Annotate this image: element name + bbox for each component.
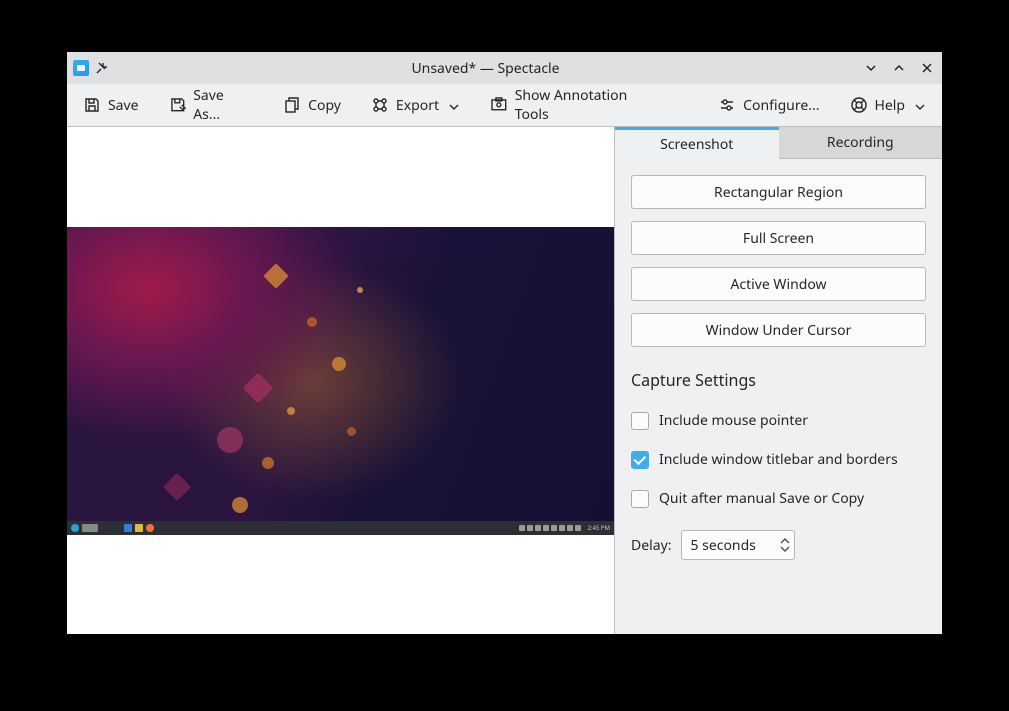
- copy-icon: [283, 96, 301, 114]
- tab-recording[interactable]: Recording: [779, 127, 943, 159]
- preview-clock: 2:45 PM: [584, 525, 610, 531]
- include-pointer-checkbox[interactable]: Include mouse pointer: [631, 407, 926, 434]
- save-as-icon: [169, 96, 187, 114]
- include-titlebar-label: Include window titlebar and borders: [659, 450, 898, 469]
- screenshot-preview: 2:45 PM: [67, 127, 614, 634]
- delay-label: Delay:: [631, 536, 671, 555]
- preview-image: 2:45 PM: [67, 227, 614, 535]
- titlebar: Unsaved* — Spectacle: [67, 52, 942, 84]
- delay-spinbox[interactable]: 5 seconds: [681, 530, 794, 560]
- help-button[interactable]: Help: [848, 92, 929, 119]
- panel-body: Rectangular Region Full Screen Active Wi…: [615, 159, 942, 576]
- active-window-button[interactable]: Active Window: [631, 267, 926, 301]
- quit-after-label: Quit after manual Save or Copy: [659, 489, 864, 508]
- chevron-down-icon: [448, 99, 460, 111]
- export-button[interactable]: Export: [369, 92, 462, 119]
- include-pointer-label: Include mouse pointer: [659, 411, 808, 430]
- copy-button[interactable]: Copy: [281, 92, 343, 119]
- close-button[interactable]: [918, 59, 936, 77]
- checkbox-icon: [631, 412, 649, 430]
- tab-screenshot-label: Screenshot: [660, 135, 733, 154]
- app-icon: [73, 60, 89, 76]
- quit-after-checkbox[interactable]: Quit after manual Save or Copy: [631, 485, 926, 512]
- toolbar: Save Save As... Copy Export: [67, 84, 942, 127]
- rect-label: Rectangular Region: [714, 183, 843, 202]
- export-icon: [371, 96, 389, 114]
- delay-row: Delay: 5 seconds: [631, 530, 926, 560]
- tabs: Screenshot Recording: [615, 127, 942, 159]
- minimize-button[interactable]: [862, 59, 880, 77]
- save-label: Save: [108, 96, 139, 115]
- pin-icon[interactable]: [95, 61, 109, 75]
- preview-taskbar: 2:45 PM: [67, 521, 614, 535]
- rectangular-region-button[interactable]: Rectangular Region: [631, 175, 926, 209]
- annotation-icon: [490, 96, 508, 114]
- export-label: Export: [396, 96, 439, 115]
- show-annotation-label: Show Annotation Tools: [515, 86, 662, 124]
- tab-recording-label: Recording: [827, 133, 894, 152]
- side-panel: Screenshot Recording Rectangular Region …: [614, 127, 942, 634]
- copy-label: Copy: [308, 96, 341, 115]
- chevron-down-icon: [914, 99, 926, 111]
- save-icon: [83, 96, 101, 114]
- spin-buttons: [780, 538, 790, 552]
- configure-button[interactable]: Configure...: [716, 92, 821, 119]
- spin-up-icon[interactable]: [780, 538, 790, 545]
- checkbox-icon: [631, 490, 649, 508]
- window-controls: [862, 59, 936, 77]
- include-titlebar-checkbox[interactable]: Include window titlebar and borders: [631, 446, 926, 473]
- delay-value: 5 seconds: [690, 536, 755, 555]
- save-as-button[interactable]: Save As...: [167, 82, 256, 128]
- maximize-button[interactable]: [890, 59, 908, 77]
- main-area: 2:45 PM Screenshot Recording Rectangular…: [67, 127, 942, 634]
- full-label: Full Screen: [743, 229, 814, 248]
- window-title: Unsaved* — Spectacle: [115, 59, 856, 78]
- show-annotation-button[interactable]: Show Annotation Tools: [488, 82, 664, 128]
- spin-down-icon[interactable]: [780, 545, 790, 552]
- configure-icon: [718, 96, 736, 114]
- active-label: Active Window: [730, 275, 826, 294]
- checkbox-checked-icon: [631, 451, 649, 469]
- help-label: Help: [875, 96, 906, 115]
- tab-screenshot[interactable]: Screenshot: [615, 127, 779, 159]
- window-under-cursor-button[interactable]: Window Under Cursor: [631, 313, 926, 347]
- full-screen-button[interactable]: Full Screen: [631, 221, 926, 255]
- app-window: Unsaved* — Spectacle Save Save As...: [67, 52, 942, 634]
- save-as-label: Save As...: [193, 86, 253, 124]
- help-icon: [850, 96, 868, 114]
- capture-settings-title: Capture Settings: [631, 369, 926, 391]
- under-label: Window Under Cursor: [706, 321, 852, 340]
- configure-label: Configure...: [743, 96, 819, 115]
- save-button[interactable]: Save: [81, 92, 141, 119]
